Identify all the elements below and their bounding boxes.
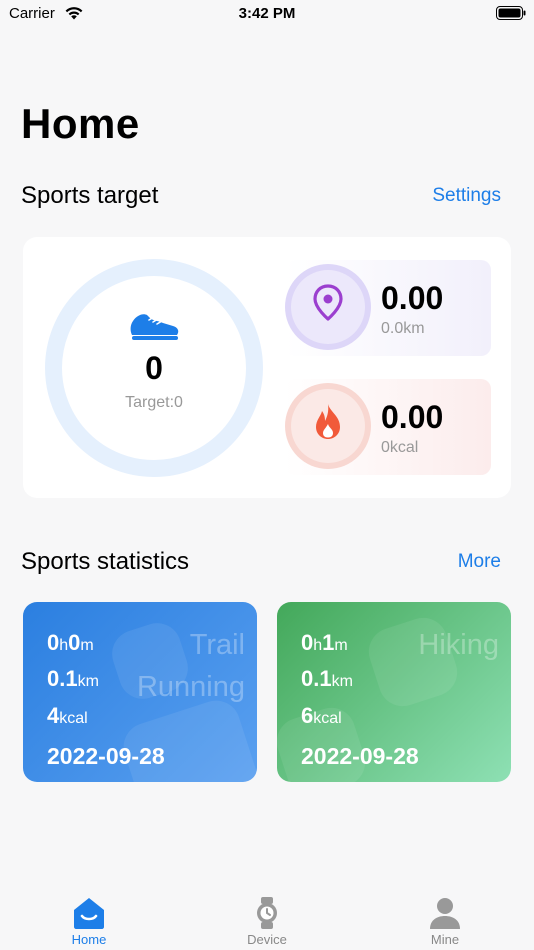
calories-value: 4kcal [47,703,88,728]
distance-value: 0.1km [301,666,353,691]
duration-value: 0h1m [301,630,348,655]
distance-sub: 0.0km [381,320,425,337]
activity-watermark: Hiking [418,629,499,661]
activity-date: 2022-09-28 [47,743,165,769]
distance-value: 0.00 [381,280,444,316]
activity-watermark: Trail Running [136,629,245,703]
settings-link[interactable]: Settings [432,185,501,207]
battery-icon [496,6,526,20]
duration-value: 0h0m [47,630,94,655]
distance-value: 0.1km [47,666,99,691]
tab-home-label: Home [71,932,107,947]
tab-mine-label: Mine [430,932,460,947]
calories-metric: 0.00 0kcal [285,379,491,475]
status-bar: Carrier 3:42 PM [0,0,534,30]
calories-value: 6kcal [301,703,342,728]
activity-date: 2022-09-28 [301,743,419,769]
home-icon [74,898,104,929]
tab-device[interactable]: Device [217,896,317,947]
page-title: Home [21,100,140,147]
hiking-card[interactable]: Hiking 0h1m 0.1km 6kcal 2022-09-28 [277,602,511,782]
more-link[interactable]: More [458,551,501,573]
tab-mine[interactable]: Mine [395,896,495,947]
tab-device-label: Device [247,932,287,947]
flame-icon [316,404,340,439]
tab-home[interactable]: Home [39,896,139,947]
location-pin-icon [313,284,343,321]
steps-value: 0 [145,350,163,386]
person-icon [430,898,460,929]
distance-metric: 0.00 0.0km [285,260,491,356]
steps-target-label: Target:0 [125,394,183,411]
sports-target-card: 0 Target:0 0.00 0.0km 0.00 0kcal [23,237,511,498]
trail-running-card[interactable]: Trail Running 0h0m 0.1km 4kcal 2022-09-2… [23,602,257,782]
clock: 3:42 PM [238,5,296,22]
sports-statistics-heading: Sports statistics [21,548,190,575]
running-shoe-icon [130,314,179,340]
sports-target-heading: Sports target [21,182,159,209]
calories-sub: 0kcal [381,439,419,456]
watch-icon [257,897,277,929]
tab-bar: Home Device Mine [0,880,534,950]
calories-value: 0.00 [381,399,444,435]
